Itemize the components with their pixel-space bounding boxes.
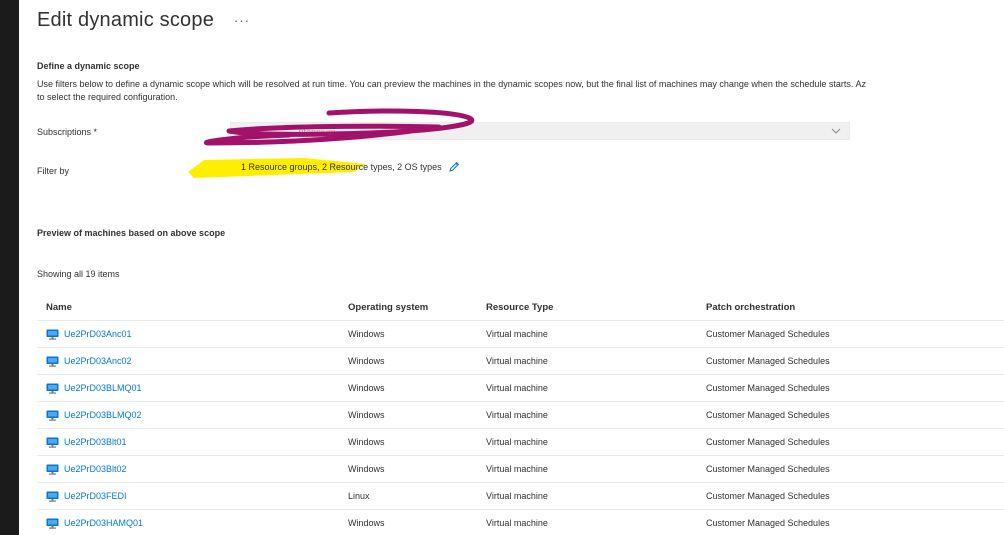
patch-orchestration-cell: Customer Managed Schedules: [706, 410, 830, 420]
table-row[interactable]: Ue2PrD03BLMQ02 Windows Virtual machine C…: [37, 402, 1004, 429]
machine-name-link[interactable]: Ue2PrD03FEDI: [64, 491, 127, 501]
column-header-patch-orchestration[interactable]: Patch orchestration: [706, 302, 1004, 313]
patch-orchestration-cell: Customer Managed Schedules: [706, 437, 830, 447]
virtual-machine-icon: [46, 329, 59, 340]
os-cell: Linux: [348, 491, 370, 501]
resource-type-cell: Virtual machine: [486, 410, 548, 420]
machine-name-link[interactable]: Ue2PrD03HAMQ01: [64, 518, 143, 528]
resource-type-cell: Virtual machine: [486, 356, 548, 366]
table-row[interactable]: Ue2PrD03Anc01 Windows Virtual machine Cu…: [37, 321, 1004, 348]
define-section-title: Define a dynamic scope: [37, 61, 140, 71]
virtual-machine-icon: [46, 518, 59, 529]
machine-name-link[interactable]: Ue2PrD03BLMQ01: [64, 383, 142, 393]
name-cell: Ue2PrD03Blt02: [37, 464, 348, 475]
patch-orchestration-cell: Customer Managed Schedules: [706, 383, 830, 393]
virtual-machine-icon: [46, 437, 59, 448]
required-mark: *: [93, 127, 98, 137]
resource-type-cell: Virtual machine: [486, 518, 548, 528]
subscriptions-dropdown-value: ...ntennium - ...: [291, 127, 352, 137]
table-row[interactable]: Ue2PrD03HAMQ01 Windows Virtual machine C…: [37, 510, 1004, 535]
more-options-button[interactable]: ···: [234, 13, 250, 28]
pencil-icon[interactable]: [448, 161, 460, 173]
table-row[interactable]: Ue2PrD03Blt02 Windows Virtual machine Cu…: [37, 456, 1004, 483]
header: Edit dynamic scope ···: [37, 6, 250, 34]
filter-summary-text: 1 Resource groups, 2 Resource types, 2 O…: [241, 162, 442, 172]
virtual-machine-icon: [46, 491, 59, 502]
os-cell: Windows: [348, 329, 385, 339]
resource-type-cell: Virtual machine: [486, 437, 548, 447]
subscriptions-label-text: Subscriptions: [37, 127, 92, 137]
virtual-machine-icon: [46, 410, 59, 421]
machine-name-link[interactable]: Ue2PrD03Blt02: [64, 464, 127, 474]
table-row[interactable]: Ue2PrD03FEDI Linux Virtual machine Custo…: [37, 483, 1004, 510]
resource-type-cell: Virtual machine: [486, 491, 548, 501]
define-description: Use filters below to define a dynamic sc…: [37, 78, 1004, 104]
table-header-row: Name Operating system Resource Type Patc…: [37, 294, 1004, 321]
os-cell: Windows: [348, 518, 385, 528]
name-cell: Ue2PrD03Blt01: [37, 437, 348, 448]
table-row[interactable]: Ue2PrD03BLMQ01 Windows Virtual machine C…: [37, 375, 1004, 402]
items-count: Showing all 19 items: [37, 269, 120, 279]
description-line-2: to select the required configuration.: [37, 92, 178, 102]
filter-by-label: Filter by: [37, 166, 70, 176]
virtual-machine-icon: [46, 383, 59, 394]
patch-orchestration-cell: Customer Managed Schedules: [706, 518, 830, 528]
table-row[interactable]: Ue2PrD03Anc02 Windows Virtual machine Cu…: [37, 348, 1004, 375]
machine-name-link[interactable]: Ue2PrD03BLMQ02: [64, 410, 142, 420]
chevron-down-icon: [831, 128, 841, 134]
page-title: Edit dynamic scope: [37, 8, 215, 31]
column-header-os[interactable]: Operating system: [348, 302, 486, 313]
machine-name-link[interactable]: Ue2PrD03Anc01: [64, 329, 132, 339]
patch-orchestration-cell: Customer Managed Schedules: [706, 491, 830, 501]
description-line-1: Use filters below to define a dynamic sc…: [37, 79, 866, 89]
machine-name-link[interactable]: Ue2PrD03Blt01: [64, 437, 127, 447]
resource-type-cell: Virtual machine: [486, 464, 548, 474]
name-cell: Ue2PrD03Anc02: [37, 356, 348, 367]
name-cell: Ue2PrD03BLMQ01: [37, 383, 348, 394]
patch-orchestration-cell: Customer Managed Schedules: [706, 464, 830, 474]
left-edge-strip: [0, 0, 19, 535]
resource-type-cell: Virtual machine: [486, 329, 548, 339]
virtual-machine-icon: [46, 464, 59, 475]
column-header-resource-type[interactable]: Resource Type: [486, 302, 706, 313]
patch-orchestration-cell: Customer Managed Schedules: [706, 356, 830, 366]
table-row[interactable]: Ue2PrD03Blt01 Windows Virtual machine Cu…: [37, 429, 1004, 456]
virtual-machine-icon: [46, 356, 59, 367]
name-cell: Ue2PrD03FEDI: [37, 491, 348, 502]
os-cell: Windows: [348, 410, 385, 420]
name-cell: Ue2PrD03HAMQ01: [37, 518, 348, 529]
name-cell: Ue2PrD03BLMQ02: [37, 410, 348, 421]
patch-orchestration-cell: Customer Managed Schedules: [706, 329, 830, 339]
subscriptions-dropdown[interactable]: ...ntennium - ...: [230, 122, 850, 140]
column-header-name[interactable]: Name: [37, 302, 348, 313]
resource-type-cell: Virtual machine: [486, 383, 548, 393]
subscriptions-label: Subscriptions *: [37, 127, 97, 137]
machine-name-link[interactable]: Ue2PrD03Anc02: [64, 356, 132, 366]
os-cell: Windows: [348, 356, 385, 366]
os-cell: Windows: [348, 464, 385, 474]
os-cell: Windows: [348, 437, 385, 447]
table-body: Ue2PrD03Anc01 Windows Virtual machine Cu…: [37, 321, 1004, 535]
os-cell: Windows: [348, 383, 385, 393]
filter-summary: 1 Resource groups, 2 Resource types, 2 O…: [241, 161, 460, 173]
name-cell: Ue2PrD03Anc01: [37, 329, 348, 340]
machines-table: Name Operating system Resource Type Patc…: [37, 294, 1004, 535]
preview-section-title: Preview of machines based on above scope: [37, 228, 226, 238]
edit-dynamic-scope-panel: Edit dynamic scope ··· Define a dynamic …: [19, 0, 1004, 535]
